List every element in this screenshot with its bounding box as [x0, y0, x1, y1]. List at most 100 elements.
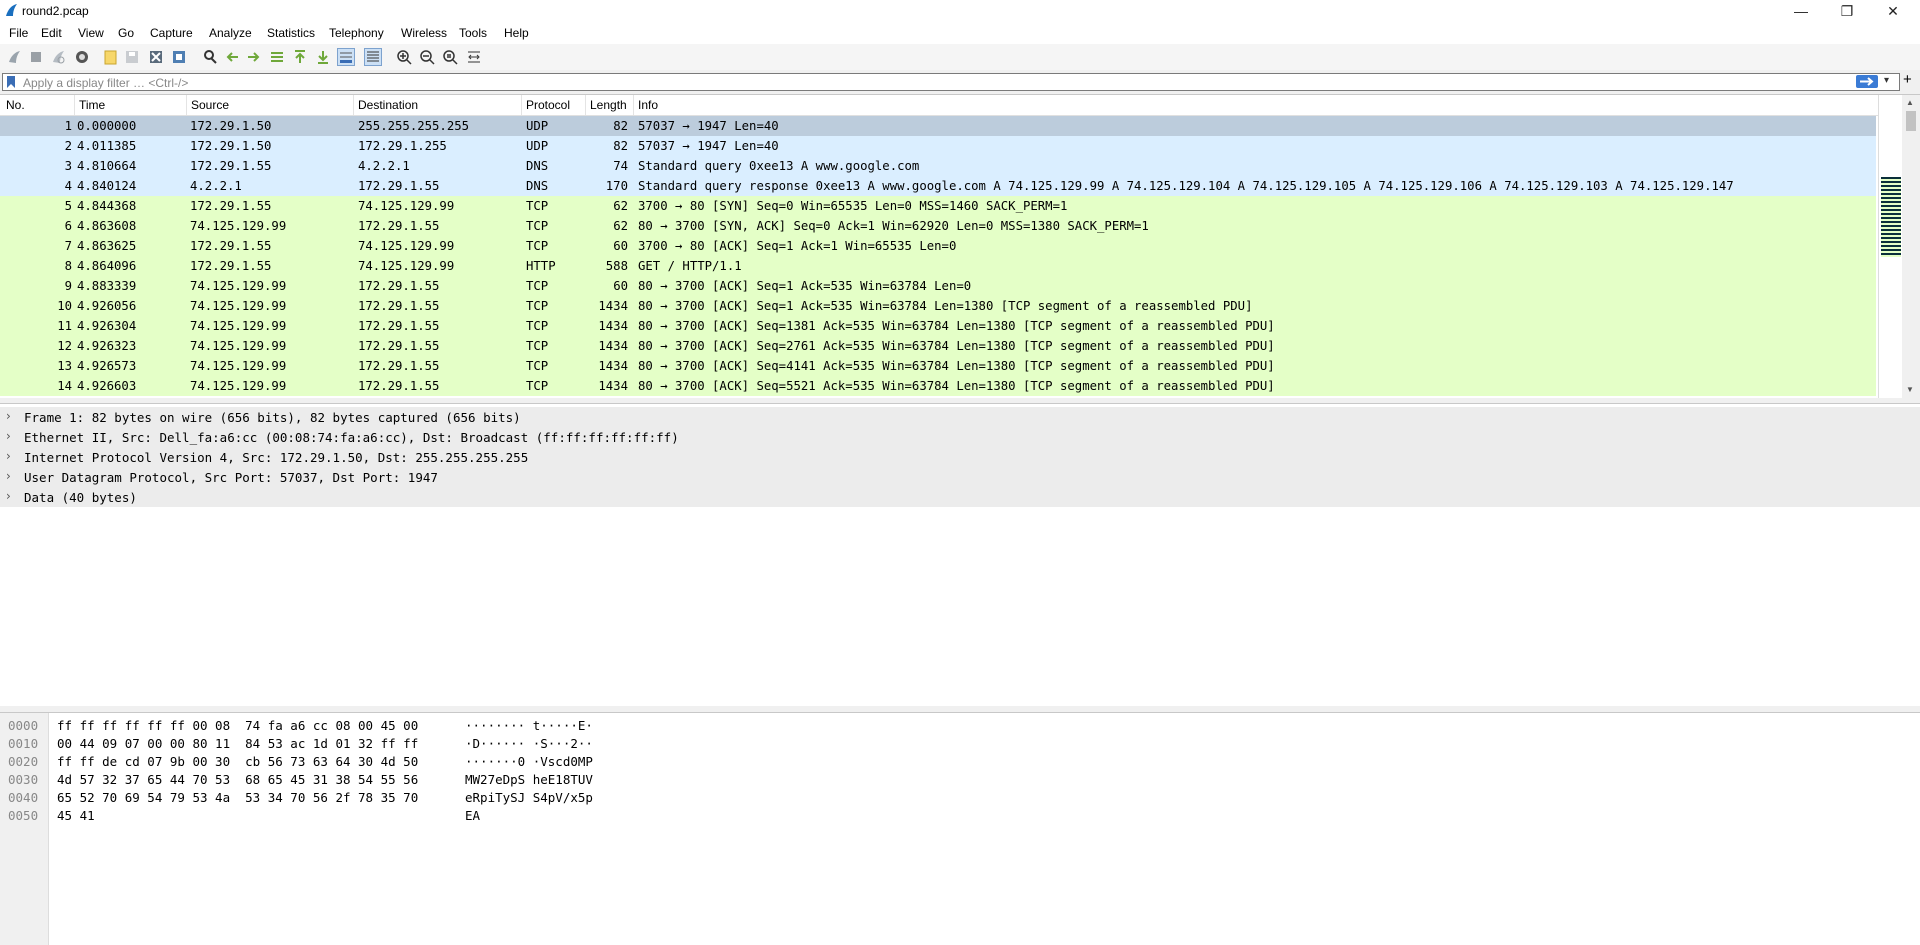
save-file-icon[interactable]: [124, 49, 140, 65]
display-filter-input[interactable]: Apply a display filter … <Ctrl-/> ▾: [2, 73, 1900, 91]
menu-view[interactable]: View: [78, 26, 104, 40]
menu-capture[interactable]: Capture: [150, 26, 193, 40]
packet-row[interactable]: 14 4.926603 74.125.129.99 172.29.1.55 TCP 143…: [0, 376, 1876, 396]
detail-udp[interactable]: › User Datagram Protocol, Src Port: 57037…: [0, 467, 1920, 487]
packet-cell-time: 4.926056: [77, 299, 137, 313]
wireshark-logo-icon: [4, 3, 18, 20]
packet-row[interactable]: 8 4.864096 172.29.1.55 74.125.129.99 HTTP 588…: [0, 256, 1876, 276]
autoscroll-icon[interactable]: [337, 48, 355, 66]
start-capture-icon[interactable]: [6, 49, 22, 65]
col-protocol[interactable]: Protocol: [526, 98, 570, 112]
minimap-marks: [1881, 177, 1901, 257]
byte-hex[interactable]: 00 44 09 07 00 00 80 11 84 53 ac 1d 01 3…: [57, 736, 418, 751]
detail-ethernet[interactable]: › Ethernet II, Src: Dell_fa:a6:cc (00:08:…: [0, 427, 1920, 447]
col-no[interactable]: No.: [6, 98, 25, 112]
scroll-up-icon[interactable]: ▲: [1906, 98, 1914, 107]
byte-ascii[interactable]: EA: [465, 808, 480, 823]
scroll-down-icon[interactable]: ▼: [1906, 385, 1914, 394]
go-last-icon[interactable]: [315, 49, 331, 65]
chevron-right-icon[interactable]: ›: [6, 449, 11, 463]
restore-button[interactable]: ❐: [1824, 0, 1870, 22]
col-info[interactable]: Info: [638, 98, 658, 112]
col-time[interactable]: Time: [79, 98, 105, 112]
zoom-normal-icon[interactable]: [442, 49, 458, 65]
menu-wireless[interactable]: Wireless: [401, 26, 447, 40]
packet-cell-src: 74.125.129.99: [190, 219, 287, 233]
apply-filter-icon[interactable]: [1856, 75, 1878, 88]
byte-hex[interactable]: ff ff de cd 07 9b 00 30 cb 56 73 63 64 3…: [57, 754, 418, 769]
zoom-out-icon[interactable]: [419, 49, 435, 65]
go-forward-icon[interactable]: [246, 49, 262, 65]
go-back-icon[interactable]: [224, 49, 240, 65]
packet-row[interactable]: 13 4.926573 74.125.129.99 172.29.1.55 TCP 143…: [0, 356, 1876, 376]
add-filter-button[interactable]: +: [1903, 71, 1912, 88]
close-file-icon[interactable]: [148, 49, 164, 65]
chevron-right-icon[interactable]: ›: [6, 469, 11, 483]
packet-cell-len: 82: [613, 119, 628, 133]
open-file-icon[interactable]: [102, 49, 118, 65]
menu-statistics[interactable]: Statistics: [267, 26, 315, 40]
packet-bytes: 0000 ff ff ff ff ff ff 00 08 74 fa a6 cc …: [0, 712, 1920, 945]
menu-help[interactable]: Help: [504, 26, 529, 40]
scroll-thumb[interactable]: [1906, 111, 1916, 131]
packet-row[interactable]: 5 4.844368 172.29.1.55 74.125.129.99 TCP 62 37…: [0, 196, 1876, 216]
go-first-icon[interactable]: [292, 49, 308, 65]
packet-cell-info: 80 → 3700 [ACK] Seq=5521 Ack=535 Win=637…: [638, 379, 1275, 393]
bookmark-icon[interactable]: [6, 76, 16, 91]
packet-cell-src: 4.2.2.1: [190, 179, 242, 193]
colorize-icon[interactable]: [364, 48, 382, 66]
packet-row[interactable]: 10 4.926056 74.125.129.99 172.29.1.55 TCP 143…: [0, 296, 1876, 316]
find-packet-icon[interactable]: [202, 49, 218, 65]
menu-file[interactable]: File: [9, 26, 28, 40]
packet-list: No. Time Source Destination Protocol Len…: [0, 94, 1920, 398]
menu-telephony[interactable]: Telephony: [329, 26, 384, 40]
zoom-in-icon[interactable]: [396, 49, 412, 65]
byte-ascii[interactable]: eRpiTySJ S4pV/x5p: [465, 790, 593, 805]
byte-hex[interactable]: 45 41: [57, 808, 95, 823]
packet-list-scrollbar[interactable]: ▲ ▼: [1902, 95, 1920, 398]
menu-analyze[interactable]: Analyze: [209, 26, 252, 40]
menu-tools[interactable]: Tools: [459, 26, 487, 40]
chevron-right-icon[interactable]: ›: [6, 429, 11, 443]
byte-ascii[interactable]: ·······0 ·Vscd0MP: [465, 754, 593, 769]
packet-row[interactable]: 1 0.000000 172.29.1.50 255.255.255.255 UDP 82…: [0, 116, 1876, 136]
byte-ascii[interactable]: MW27eDpS heE18TUV: [465, 772, 593, 787]
capture-options-icon[interactable]: [74, 49, 90, 65]
col-source[interactable]: Source: [191, 98, 229, 112]
packet-row[interactable]: 2 4.011385 172.29.1.50 172.29.1.255 UDP 82 570…: [0, 136, 1876, 156]
detail-ipv4[interactable]: › Internet Protocol Version 4, Src: 172.2…: [0, 447, 1920, 467]
chevron-right-icon[interactable]: ›: [6, 409, 11, 423]
byte-hex[interactable]: 4d 57 32 37 65 44 70 53 68 65 45 31 38 5…: [57, 772, 418, 787]
packet-cell-src: 74.125.129.99: [190, 279, 287, 293]
col-length[interactable]: Length: [590, 98, 627, 112]
minimize-button[interactable]: —: [1778, 0, 1824, 22]
packet-row[interactable]: 7 4.863625 172.29.1.55 74.125.129.99 TCP 60 37…: [0, 236, 1876, 256]
menu-go[interactable]: Go: [118, 26, 134, 40]
packet-cell-dst: 172.29.1.55: [358, 179, 440, 193]
packet-row[interactable]: 12 4.926323 74.125.129.99 172.29.1.55 TCP 143…: [0, 336, 1876, 356]
detail-frame[interactable]: › Frame 1: 82 bytes on wire (656 bits), 8…: [0, 407, 1920, 427]
detail-data[interactable]: › Data (40 bytes): [0, 487, 1920, 507]
menu-edit[interactable]: Edit: [41, 26, 62, 40]
packet-row[interactable]: 3 4.810664 172.29.1.55 4.2.2.1 DNS 74 Standard…: [0, 156, 1876, 176]
packet-row[interactable]: 9 4.883339 74.125.129.99 172.29.1.55 TCP 60 80…: [0, 276, 1876, 296]
byte-hex[interactable]: 65 52 70 69 54 79 53 4a 53 34 70 56 2f 7…: [57, 790, 418, 805]
byte-hex[interactable]: ff ff ff ff ff ff 00 08 74 fa a6 cc 08 0…: [57, 718, 418, 733]
packet-row[interactable]: 4 4.840124 4.2.2.1 172.29.1.55 DNS 170 Standar…: [0, 176, 1876, 196]
packet-row[interactable]: 11 4.926304 74.125.129.99 172.29.1.55 TCP 143…: [0, 316, 1876, 336]
close-button[interactable]: ✕: [1870, 0, 1916, 22]
byte-ascii[interactable]: ·D······ ·S···2··: [465, 736, 593, 751]
packet-row[interactable]: 6 4.863608 74.125.129.99 172.29.1.55 TCP 62 80…: [0, 216, 1876, 236]
byte-ascii[interactable]: ········ t·····E·: [465, 718, 593, 733]
chevron-right-icon[interactable]: ›: [6, 489, 11, 503]
go-to-packet-icon[interactable]: [269, 49, 285, 65]
filter-history-chevron-down-icon[interactable]: ▾: [1884, 75, 1889, 86]
packet-cell-proto: TCP: [526, 359, 549, 373]
packet-cell-time: 4.810664: [77, 159, 137, 173]
packet-minimap[interactable]: [1878, 95, 1903, 398]
stop-capture-icon[interactable]: [28, 49, 44, 65]
col-destination[interactable]: Destination: [358, 98, 418, 112]
reload-file-icon[interactable]: [171, 49, 187, 65]
restart-capture-icon[interactable]: [50, 49, 66, 65]
resize-columns-icon[interactable]: [466, 49, 482, 65]
